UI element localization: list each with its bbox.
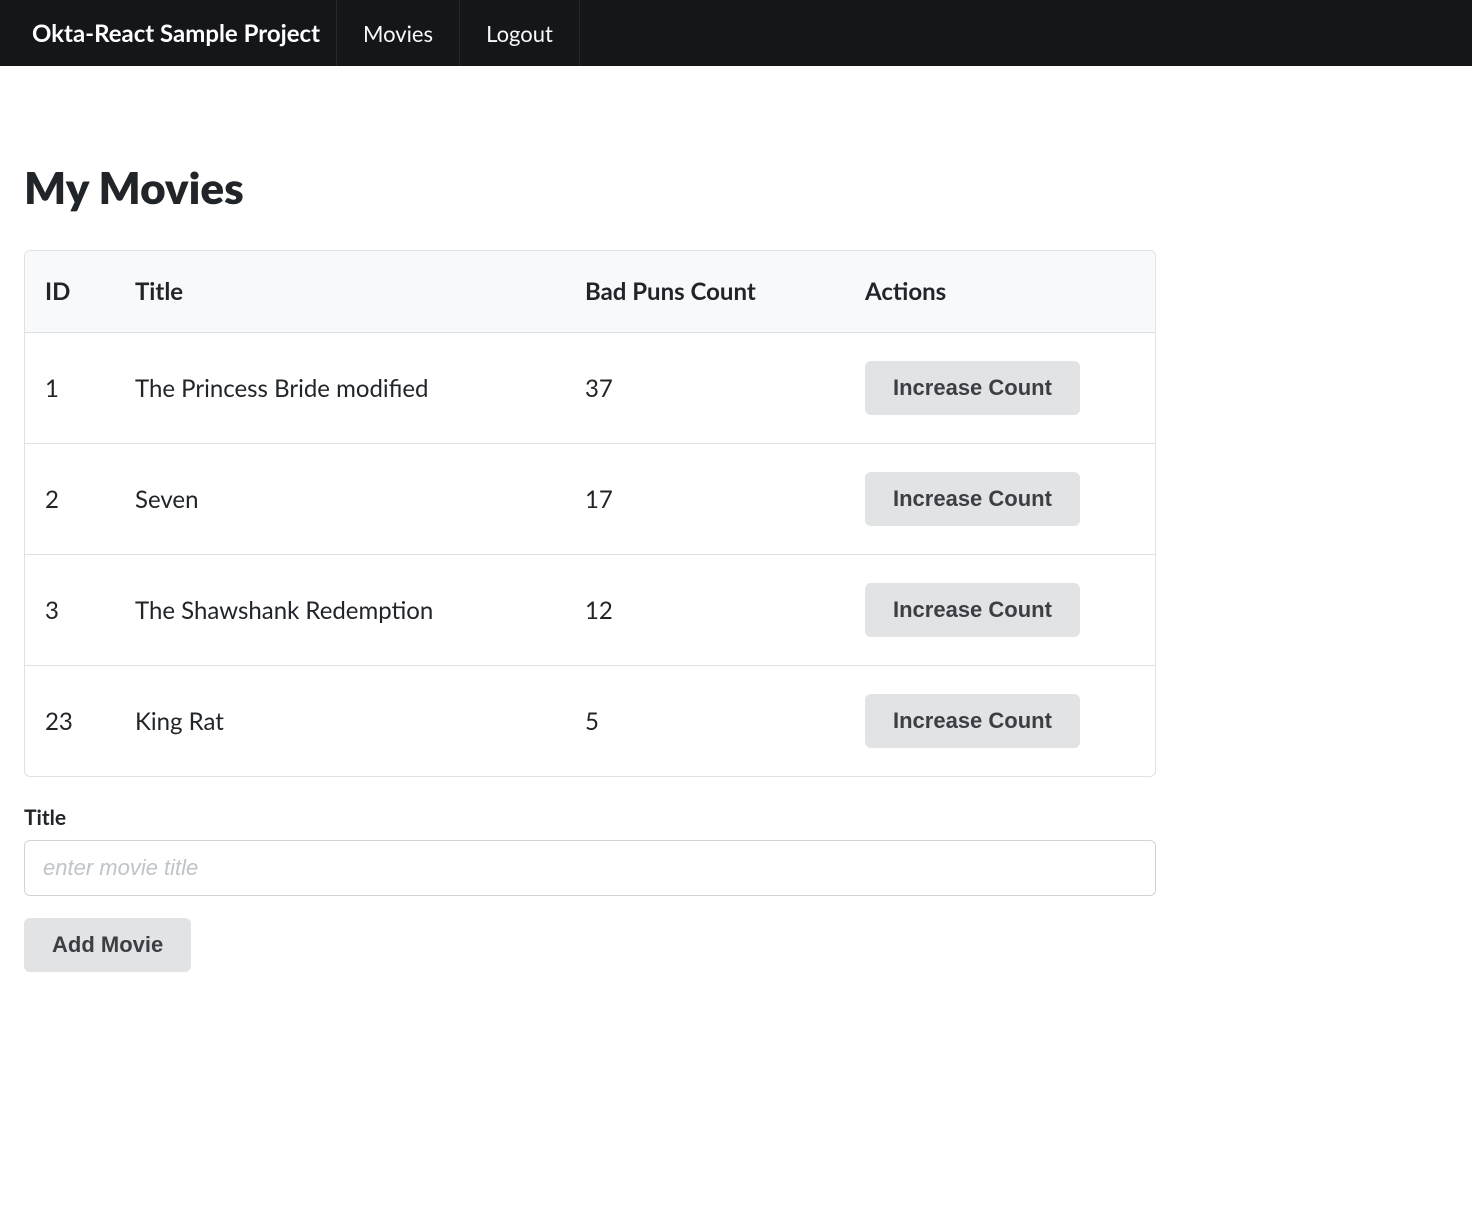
add-movie-button[interactable]: Add Movie bbox=[24, 918, 191, 972]
nav-link-movies[interactable]: Movies bbox=[336, 0, 459, 66]
table-row: 2 Seven 17 Increase Count bbox=[25, 443, 1155, 554]
cell-actions: Increase Count bbox=[845, 333, 1155, 443]
cell-count: 12 bbox=[565, 554, 845, 665]
increase-count-button[interactable]: Increase Count bbox=[865, 583, 1080, 637]
cell-actions: Increase Count bbox=[845, 443, 1155, 554]
table-header-count: Bad Puns Count bbox=[565, 251, 845, 333]
table-header-actions: Actions bbox=[845, 251, 1155, 333]
cell-title: The Princess Bride modified bbox=[115, 333, 565, 443]
cell-title: The Shawshank Redemption bbox=[115, 554, 565, 665]
increase-count-button[interactable]: Increase Count bbox=[865, 694, 1080, 748]
increase-count-button[interactable]: Increase Count bbox=[865, 472, 1080, 526]
cell-actions: Increase Count bbox=[845, 665, 1155, 776]
table-row: 23 King Rat 5 Increase Count bbox=[25, 665, 1155, 776]
cell-count: 17 bbox=[565, 443, 845, 554]
cell-count: 37 bbox=[565, 333, 845, 443]
cell-title: Seven bbox=[115, 443, 565, 554]
page-title: My Movies bbox=[24, 162, 1156, 214]
title-input[interactable] bbox=[24, 840, 1156, 896]
main-container: My Movies ID Title Bad Puns Count Action… bbox=[0, 66, 1180, 996]
table-row: 1 The Princess Bride modified 37 Increas… bbox=[25, 333, 1155, 443]
cell-count: 5 bbox=[565, 665, 845, 776]
table-header-row: ID Title Bad Puns Count Actions bbox=[25, 251, 1155, 333]
cell-id: 23 bbox=[25, 665, 115, 776]
table-header-title: Title bbox=[115, 251, 565, 333]
table-row: 3 The Shawshank Redemption 12 Increase C… bbox=[25, 554, 1155, 665]
cell-id: 2 bbox=[25, 443, 115, 554]
cell-id: 1 bbox=[25, 333, 115, 443]
table-header-id: ID bbox=[25, 251, 115, 333]
navbar-brand[interactable]: Okta-React Sample Project bbox=[16, 0, 336, 66]
title-label: Title bbox=[24, 805, 1156, 830]
cell-actions: Increase Count bbox=[845, 554, 1155, 665]
navbar: Okta-React Sample Project Movies Logout bbox=[0, 0, 1472, 66]
add-movie-form: Title Add Movie bbox=[24, 805, 1156, 972]
increase-count-button[interactable]: Increase Count bbox=[865, 361, 1080, 415]
cell-id: 3 bbox=[25, 554, 115, 665]
movies-table: ID Title Bad Puns Count Actions 1 The Pr… bbox=[24, 250, 1156, 777]
cell-title: King Rat bbox=[115, 665, 565, 776]
nav-link-logout[interactable]: Logout bbox=[459, 0, 580, 66]
